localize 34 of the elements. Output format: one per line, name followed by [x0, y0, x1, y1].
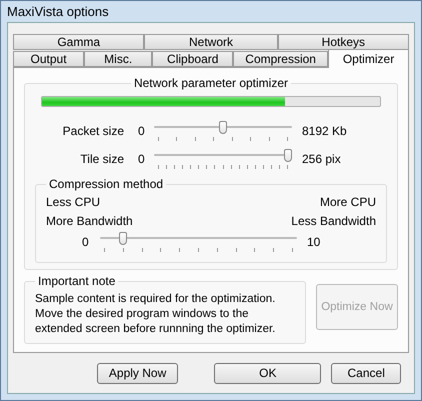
- tab[interactable]: Optimizer: [328, 49, 410, 68]
- slider-max-value: 256 pix: [301, 152, 341, 166]
- scale-label: More CPU: [320, 195, 376, 209]
- tab[interactable]: Compression: [233, 51, 328, 67]
- slider-thumb[interactable]: [284, 149, 292, 162]
- dialog-button[interactable]: OK: [214, 362, 322, 384]
- slider-max-value: 8192 Kb: [301, 124, 347, 138]
- slider-label: Tile size: [79, 152, 125, 166]
- dialog-button[interactable]: Cancel: [331, 362, 401, 384]
- group-title: Important note: [37, 274, 116, 288]
- window-title: MaxiVista options: [7, 4, 109, 19]
- slider-max-value: 10: [306, 235, 320, 249]
- group-title: Network parameter optimizer: [132, 76, 290, 90]
- slider-min-value: 0: [138, 152, 146, 166]
- slider-min-value: 0: [138, 124, 146, 138]
- slider-thumb[interactable]: [219, 121, 227, 134]
- tab[interactable]: Output: [13, 51, 84, 67]
- tab[interactable]: Misc.: [84, 51, 152, 67]
- note-text: Sample content is required for the optimization. Move the desired program windows to the extended screen before runnning the optimizer.: [35, 292, 276, 337]
- scale-label: More Bandwidth: [46, 214, 133, 228]
- slider[interactable]: [154, 148, 292, 170]
- slider-label: Packet size: [62, 124, 125, 138]
- tab[interactable]: Gamma: [13, 34, 144, 50]
- group-title: Compression method: [48, 177, 164, 191]
- slider[interactable]: [100, 231, 297, 253]
- slider[interactable]: [154, 120, 292, 142]
- dialog-button[interactable]: Apply Now: [97, 362, 178, 384]
- tab[interactable]: Clipboard: [152, 51, 234, 67]
- tab[interactable]: Hotkeys: [278, 34, 410, 50]
- slider-thumb[interactable]: [118, 232, 127, 245]
- scale-label: Less CPU: [46, 195, 100, 209]
- tab[interactable]: Network: [144, 34, 278, 50]
- slider-min-value: 0: [82, 235, 90, 249]
- scale-label: Less Bandwidth: [291, 214, 376, 228]
